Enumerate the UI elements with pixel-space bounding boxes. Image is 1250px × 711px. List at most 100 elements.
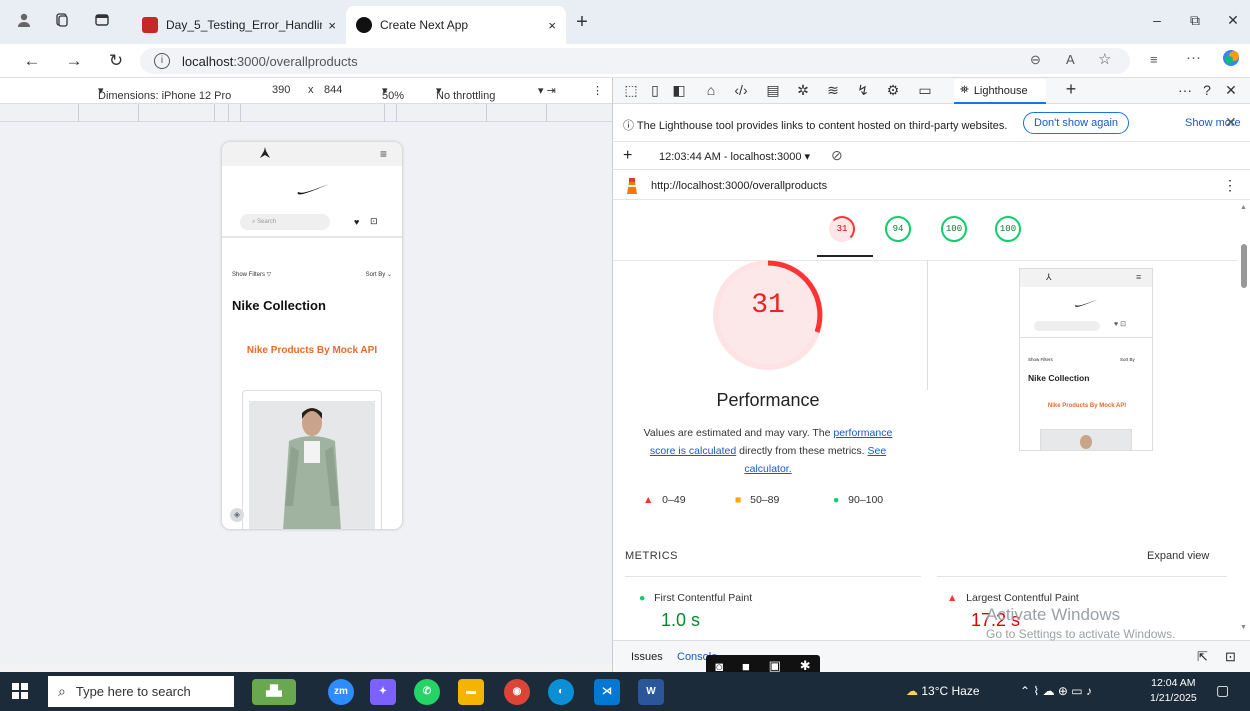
lighthouse-logo-icon — [625, 176, 639, 197]
site-info-icon[interactable]: i — [154, 53, 170, 69]
dimensions-select[interactable]: Dimensions: iPhone 12 Pro ▾ — [98, 84, 231, 102]
device-width[interactable]: 390 — [272, 84, 290, 96]
score-best-practices[interactable]: 100 — [941, 216, 967, 242]
news-widget-icon[interactable]: ▟▙ — [252, 679, 296, 705]
network-wifi-icon[interactable]: ≋ — [823, 82, 843, 99]
sort-by-button[interactable]: Sort By ⌄ — [366, 271, 392, 278]
settings-gear-icon[interactable]: ⚙ — [883, 82, 903, 99]
wishlist-icon[interactable]: ♥ — [354, 217, 359, 227]
throttling-label: No throttling — [436, 90, 496, 102]
close-tab-icon[interactable]: × — [328, 18, 336, 33]
address-bar[interactable]: i localhost:3000/overallproducts — [140, 48, 1130, 74]
add-tool-icon[interactable]: + — [1061, 79, 1081, 100]
whatsapp-icon[interactable]: ✆ — [414, 679, 440, 705]
weather-widget[interactable]: ☁ 13°C Haze — [906, 684, 980, 698]
notifications-icon[interactable]: ▢ — [1216, 682, 1229, 699]
hamburger-icon[interactable]: ≡ — [380, 147, 387, 161]
legend-pass: ● 90–100 — [833, 494, 884, 506]
close-tab-icon[interactable]: × — [548, 18, 556, 33]
favorite-star-icon[interactable]: ☆ — [1098, 50, 1111, 68]
welcome-home-icon[interactable]: ⌂ — [701, 82, 721, 98]
drawer-tab-issues[interactable]: Issues — [631, 651, 663, 663]
cart-icon[interactable]: ⊡ — [370, 216, 378, 227]
report-time: 12:03:44 AM - localhost:3000 — [659, 151, 802, 163]
score-seo[interactable]: 100 — [995, 216, 1021, 242]
show-filters-button[interactable]: Show Filters ▽ — [232, 271, 271, 278]
device-height[interactable]: 844 — [324, 84, 342, 96]
tab-create-next-app[interactable]: Create Next App × — [346, 6, 566, 44]
product-card[interactable] — [242, 390, 382, 529]
back-icon[interactable]: ← — [20, 51, 44, 71]
inspect-icon[interactable]: ⬚ — [621, 82, 641, 99]
tab-actions-icon[interactable] — [92, 12, 112, 32]
nike-logo-icon[interactable] — [296, 182, 330, 199]
report-select[interactable]: 12:03:44 AM - localhost:3000 ▾ — [659, 150, 810, 163]
lighthouse-tab-label: Lighthouse — [973, 84, 1028, 97]
vscode-icon[interactable]: ⋊ — [594, 679, 620, 705]
more-options-icon[interactable]: ⋮ — [592, 84, 603, 97]
circle-icon: ● — [639, 592, 646, 604]
favorites-icon[interactable]: ≡ — [1150, 52, 1158, 67]
tab-lighthouse[interactable]: ⛯ Lighthouse — [954, 79, 1046, 104]
sort-by-label: Sort By — [365, 272, 386, 278]
copilot-icon[interactable] — [1222, 49, 1240, 70]
minimize-button[interactable]: – — [1142, 12, 1172, 28]
zoom-select[interactable]: 50% ▾ — [382, 84, 404, 102]
phone-viewport[interactable]: ≡ ⌕ Search ♥ ⊡ Show Filters ▽ Sort By ⌄ … — [222, 142, 402, 529]
search-input[interactable]: ⌕ Search — [240, 214, 330, 230]
tab-pdf[interactable]: Day_5_Testing_Error_Handling_an × — [132, 6, 346, 44]
throttling-select[interactable]: No throttling ▾ — [436, 84, 495, 102]
elements-icon[interactable]: ‹/› — [731, 82, 751, 98]
close-notice-icon[interactable]: ✕ — [1225, 114, 1237, 131]
device-toggle-icon[interactable]: ▯ — [645, 82, 665, 99]
performance-title: Performance — [716, 390, 820, 410]
thumb-show-filters: Show Filters — [1028, 357, 1053, 362]
dont-show-again-button[interactable]: Don't show again — [1023, 112, 1130, 134]
edge-icon[interactable]: ◐ — [548, 679, 574, 705]
dock-side-icon[interactable]: ⇱ — [1197, 649, 1208, 665]
close-devtools-icon[interactable]: ✕ — [1221, 82, 1241, 99]
more-icon[interactable]: ··· — [1186, 49, 1201, 66]
score-accessibility[interactable]: 94 — [885, 216, 911, 242]
clear-reports-icon[interactable]: ⊘ — [831, 147, 843, 164]
collections-icon[interactable] — [52, 12, 72, 32]
read-aloud-icon[interactable]: A — [1066, 52, 1075, 67]
help-icon[interactable]: ? — [1197, 82, 1217, 98]
profile-icon[interactable] — [14, 12, 34, 32]
expand-view-link[interactable]: Expand view — [1147, 550, 1209, 562]
new-tab-button[interactable]: + — [572, 12, 592, 32]
new-report-icon[interactable]: + — [623, 147, 632, 165]
sources-bug-icon[interactable]: ✲ — [793, 82, 813, 99]
score-performance[interactable]: 31 — [829, 216, 855, 242]
close-window-button[interactable]: ✕ — [1218, 12, 1248, 29]
drawer-collapse-icon[interactable]: ⊡ — [1225, 649, 1236, 665]
console-icon[interactable]: ▤ — [763, 82, 783, 99]
performance-icon[interactable]: ↯ — [853, 82, 873, 99]
rotate-icon[interactable]: ▾ ⇥ — [538, 84, 556, 97]
tab-title: Day_5_Testing_Error_Handling_an — [166, 18, 322, 32]
restore-button[interactable]: ⧉ — [1180, 12, 1210, 29]
forward-icon[interactable]: → — [62, 51, 86, 71]
report-url[interactable]: http://localhost:3000/overallproducts — [651, 180, 827, 192]
legend-fail: ▲ 0–49 — [643, 494, 686, 506]
report-menu-icon[interactable]: ⋮ — [1223, 177, 1237, 194]
zoom-label: 50% — [382, 90, 405, 102]
more-tools-icon[interactable]: ··· — [1175, 82, 1195, 98]
triangle-icon: ▲ — [643, 494, 654, 506]
dock-icon[interactable]: ◧ — [669, 82, 689, 99]
taskbar-search-input[interactable]: ⌕ Type here to search — [48, 676, 234, 707]
final-screenshot[interactable]: ⅄ ≡ ♥ ⊡ Show Filters Sort By Nike Collec… — [1019, 268, 1153, 451]
zoom-app-icon[interactable]: zm — [328, 679, 354, 705]
system-tray-icons[interactable]: ⌃ ⌇ ☁ ⊕ ▭ ♪ — [1020, 684, 1092, 698]
file-explorer-icon[interactable]: ▬ — [458, 679, 484, 705]
word-icon[interactable]: W — [638, 679, 664, 705]
taskbar-clock[interactable]: 12:04 AM 1/21/2025 — [1150, 676, 1197, 706]
dev-indicator-icon[interactable]: ◈ — [230, 508, 244, 522]
chrome-icon[interactable]: ◉ — [504, 679, 530, 705]
application-icon[interactable]: ▭ — [915, 82, 935, 99]
report-scrollbar[interactable]: ▲ ▼ — [1238, 200, 1250, 640]
copilot-app-icon[interactable]: ✦ — [370, 679, 396, 705]
windows-start-icon[interactable] — [12, 683, 28, 702]
zoom-icon[interactable]: ⊖ — [1030, 52, 1041, 68]
refresh-icon[interactable]: ↻ — [104, 51, 128, 71]
